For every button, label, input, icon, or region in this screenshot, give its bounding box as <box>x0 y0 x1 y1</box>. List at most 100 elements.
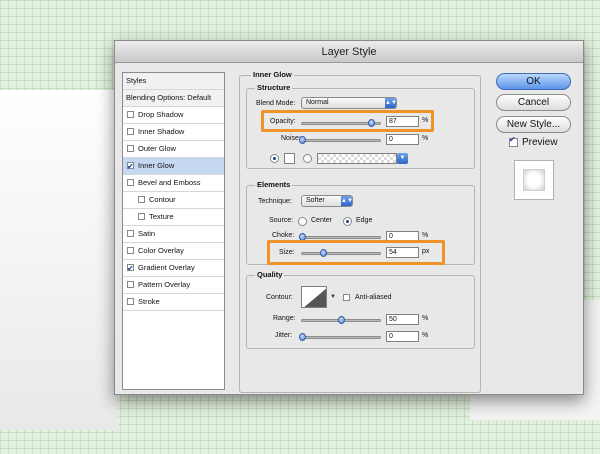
jitter-slider[interactable] <box>299 333 381 341</box>
opacity-input[interactable]: 87 <box>386 116 419 127</box>
range-input[interactable]: 50 <box>386 314 419 325</box>
inner-glow-checkbox[interactable] <box>127 159 134 175</box>
jitter-slider-thumb[interactable] <box>299 333 306 341</box>
range-slider[interactable] <box>301 316 381 324</box>
noise-input[interactable]: 0 <box>386 134 419 145</box>
source-label: Source: <box>269 217 294 224</box>
inner-glow-title: Inner Glow <box>251 70 294 79</box>
styles-header-label: Styles <box>126 76 147 85</box>
style-item-label: Pattern Overlay <box>138 280 191 289</box>
style-item-label: Bevel and Emboss <box>138 178 201 187</box>
style-item-contour[interactable]: Contour <box>123 192 224 209</box>
style-item-label: Stroke <box>138 297 160 306</box>
style-item-outer-glow[interactable]: Outer Glow <box>123 141 224 158</box>
noise-label: Noise: <box>281 135 301 142</box>
new-style-button[interactable]: New Style... <box>496 116 571 133</box>
blend-mode-value: Normal <box>306 99 329 106</box>
style-item-bevel-emboss[interactable]: Bevel and Emboss <box>123 175 224 192</box>
size-slider-thumb[interactable] <box>320 249 327 257</box>
style-item-label: Drop Shadow <box>138 110 184 119</box>
outer-glow-checkbox[interactable] <box>127 145 134 152</box>
range-slider-thumb[interactable] <box>338 316 345 324</box>
structure-title: Structure <box>255 83 293 92</box>
layer-style-dialog: Layer Style Styles Blending Options: Def… <box>114 40 584 395</box>
style-item-texture[interactable]: Texture <box>123 209 224 226</box>
gradient-radio[interactable] <box>303 154 312 163</box>
source-center-radio[interactable] <box>298 217 307 226</box>
pattern-overlay-checkbox[interactable] <box>127 281 134 288</box>
document-canvas-left <box>0 90 118 430</box>
preview-label: Preview <box>522 137 558 148</box>
stroke-checkbox[interactable] <box>127 298 134 305</box>
size-unit: px <box>422 248 430 255</box>
bevel-emboss-checkbox[interactable] <box>127 179 134 186</box>
style-item-color-overlay[interactable]: Color Overlay <box>123 243 224 260</box>
cancel-button[interactable]: Cancel <box>496 94 571 111</box>
ok-button[interactable]: OK <box>496 73 571 90</box>
style-item-label: Outer Glow <box>138 144 176 153</box>
opacity-label: Opacity: <box>270 118 296 125</box>
opacity-slider-thumb[interactable] <box>368 119 375 127</box>
satin-checkbox[interactable] <box>127 230 134 237</box>
blend-mode-select[interactable]: Normal ▲▼ <box>301 97 397 109</box>
opacity-slider[interactable] <box>301 119 381 127</box>
noise-unit: % <box>422 135 429 142</box>
style-item-inner-glow[interactable]: Inner Glow <box>123 158 224 175</box>
style-item-label: Color Overlay <box>138 246 184 255</box>
range-unit: % <box>422 315 429 322</box>
style-item-pattern-overlay[interactable]: Pattern Overlay <box>123 277 224 294</box>
jitter-unit: % <box>422 332 429 339</box>
gradient-overlay-checkbox[interactable] <box>127 261 134 277</box>
anti-aliased-checkbox[interactable] <box>343 294 350 301</box>
size-input[interactable]: 54 <box>386 247 419 258</box>
styles-list: Styles Blending Options: Default Drop Sh… <box>122 72 225 390</box>
jitter-input[interactable]: 0 <box>386 331 419 342</box>
style-item-stroke[interactable]: Stroke <box>123 294 224 311</box>
drop-shadow-checkbox[interactable] <box>127 111 134 118</box>
color-overlay-checkbox[interactable] <box>127 247 134 254</box>
quality-title: Quality <box>255 270 285 279</box>
style-item-gradient-overlay[interactable]: Gradient Overlay <box>123 260 224 277</box>
style-item-drop-shadow[interactable]: Drop Shadow <box>123 107 224 124</box>
source-center-label: Center <box>311 217 333 224</box>
texture-checkbox[interactable] <box>138 213 145 220</box>
jitter-label: Jitter: <box>275 332 293 339</box>
gradient-chevron-down-icon[interactable]: ▼ <box>397 153 408 164</box>
preview-checkbox[interactable] <box>509 135 518 147</box>
solid-color-radio[interactable] <box>270 154 279 163</box>
style-item-label: Inner Glow <box>138 161 175 170</box>
noise-slider-thumb[interactable] <box>299 136 306 144</box>
technique-value: Softer <box>306 197 325 204</box>
source-edge-radio[interactable] <box>343 217 352 226</box>
anti-aliased-label: Anti-aliased <box>355 294 392 301</box>
technique-label: Technique: <box>258 198 292 205</box>
blending-options-item[interactable]: Blending Options: Default <box>123 90 224 107</box>
opacity-unit: % <box>422 117 429 124</box>
style-item-inner-shadow[interactable]: Inner Shadow <box>123 124 224 141</box>
chevron-down-icon: ▲▼ <box>385 98 397 108</box>
contour-chevron-down-icon[interactable]: ▼ <box>329 292 337 302</box>
inner-shadow-checkbox[interactable] <box>127 128 134 135</box>
choke-unit: % <box>422 232 429 239</box>
styles-header[interactable]: Styles <box>123 73 224 90</box>
glow-color-swatch[interactable] <box>284 153 295 164</box>
style-item-label: Inner Shadow <box>138 127 185 136</box>
noise-slider[interactable] <box>299 136 381 144</box>
chevron-down-icon: ▲▼ <box>341 196 353 206</box>
style-item-label: Satin <box>138 229 156 238</box>
style-preview-swatch <box>523 169 545 191</box>
contour-checkbox[interactable] <box>138 196 145 203</box>
style-item-label: Texture <box>149 212 174 221</box>
style-item-label: Contour <box>149 195 176 204</box>
dialog-title: Layer Style <box>115 41 583 63</box>
technique-select[interactable]: Softer ▲▼ <box>301 195 353 207</box>
contour-curve-icon <box>304 288 326 307</box>
blending-options-label: Blending Options: Default <box>126 93 212 102</box>
contour-label: Contour: <box>266 294 293 301</box>
size-slider[interactable] <box>301 249 381 257</box>
contour-picker[interactable] <box>301 286 327 308</box>
gradient-swatch[interactable] <box>317 153 397 164</box>
style-item-satin[interactable]: Satin <box>123 226 224 243</box>
choke-slider[interactable] <box>299 233 381 241</box>
source-edge-label: Edge <box>356 217 373 224</box>
